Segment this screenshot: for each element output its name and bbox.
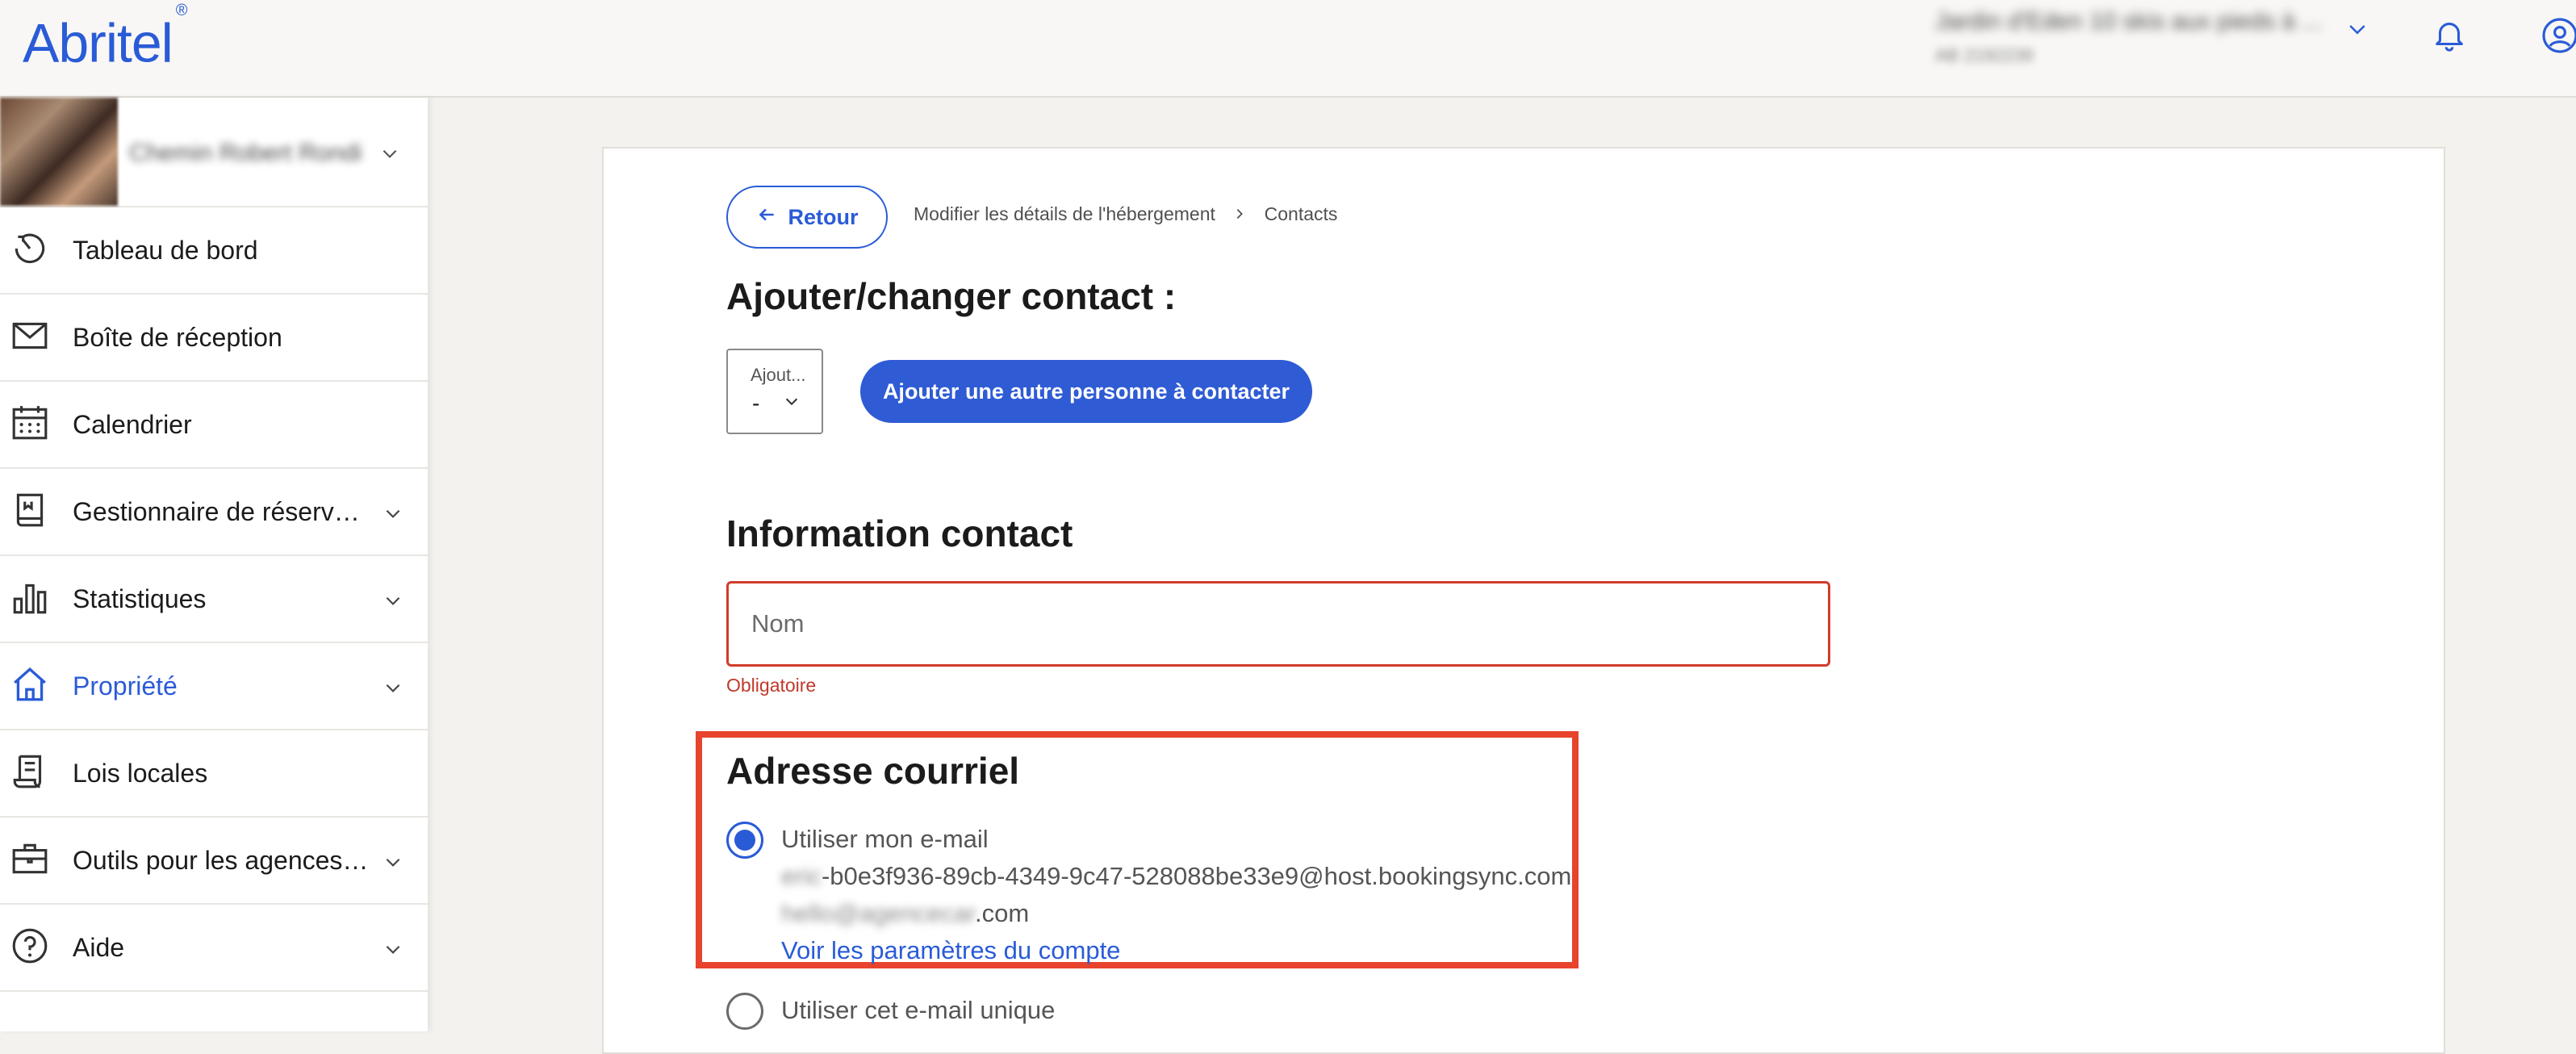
secondary-email: hello@agencecar.com	[781, 899, 1029, 928]
sidebar-item-property[interactable]: Propriété	[0, 643, 428, 730]
chevron-down-icon[interactable]	[383, 503, 404, 528]
contact-select-label: Ajout...	[751, 365, 806, 385]
sidebar-item-label: Statistiques	[73, 584, 207, 613]
chevron-down-icon[interactable]	[383, 939, 404, 964]
chevron-down-icon[interactable]	[379, 143, 400, 168]
house-icon	[10, 664, 50, 705]
sidebar-item-label: Calendrier	[73, 410, 192, 439]
use-unique-email-label[interactable]: Utiliser cet e-mail unique	[781, 996, 1055, 1025]
dashboard-icon	[10, 228, 50, 269]
sidebar-item-label: Outils pour les agences immobilières	[73, 846, 371, 875]
briefcase-icon	[10, 839, 50, 879]
account-settings-link[interactable]: Voir les paramètres du compte	[781, 936, 1120, 965]
help-icon	[10, 926, 50, 966]
name-field-placeholder: Nom	[751, 609, 805, 638]
contact-select[interactable]: Ajout... -	[726, 349, 823, 434]
sidebar-item-statistics[interactable]: Statistiques	[0, 556, 428, 643]
sidebar-item-label: Lois locales	[73, 759, 208, 788]
sidebar-item-help[interactable]: Aide	[0, 905, 428, 992]
breadcrumb-item[interactable]: Modifier les détails de l'hébergement	[914, 203, 1215, 224]
abritel-logo[interactable]: Abritel®	[23, 2, 187, 80]
property-id: AB 2192239	[1935, 45, 2034, 65]
property-title: Jardin d'Eden 10 skis aux pieds à ...	[1935, 8, 2323, 35]
chevron-down-icon	[783, 392, 801, 414]
sidebar-item-label: Gestionnaire de réservations	[73, 497, 371, 526]
sidebar-item-label: Aide	[73, 933, 125, 962]
property-selector[interactable]: Jardin d'Eden 10 skis aux pieds à ... AB…	[1935, 8, 2355, 73]
name-field[interactable]: Nom	[726, 581, 1830, 667]
email-local-redacted: hello@agencecar	[781, 899, 976, 927]
use-my-email-label[interactable]: Utiliser mon e-mail	[781, 825, 989, 854]
name-required-error: Obligatoire	[726, 675, 817, 696]
chevron-down-icon[interactable]	[383, 851, 404, 876]
scroll-icon	[10, 751, 50, 792]
primary-email: eric-b0e3f936-89cb-4349-9c47-528088be33e…	[781, 862, 1571, 891]
sidebar-item-label: Tableau de bord	[73, 236, 258, 265]
sidebar-item-local-laws[interactable]: Lois locales	[0, 730, 428, 818]
contact-select-value: -	[752, 391, 760, 416]
breadcrumb: Modifier les détails de l'hébergement Co…	[914, 203, 1337, 225]
sidebar: Chemin Robert Rondi Tableau de bord Boît…	[0, 98, 428, 1031]
logo-registered-mark: ®	[175, 2, 188, 19]
top-header: Abritel® Jardin d'Eden 10 skis aux pieds…	[0, 0, 2576, 98]
chevron-down-icon[interactable]	[383, 677, 404, 702]
owner-switcher[interactable]: Chemin Robert Rondi	[0, 98, 428, 207]
secondary-email-domain: .com	[975, 899, 1030, 927]
back-button[interactable]: Retour	[726, 186, 888, 249]
use-unique-email-radio[interactable]	[726, 993, 763, 1030]
chevron-down-icon[interactable]	[383, 590, 404, 615]
primary-email-text: -b0e3f936-89cb-4349-9c47-528088be33e9@ho…	[821, 862, 1572, 890]
arrow-left-icon	[756, 204, 777, 231]
add-contact-heading: Ajouter/changer contact :	[726, 275, 1177, 317]
property-photo	[0, 98, 118, 206]
sidebar-item-calendar[interactable]: Calendrier	[0, 382, 428, 469]
sidebar-item-dashboard[interactable]: Tableau de bord	[0, 207, 428, 295]
use-my-email-radio[interactable]	[726, 822, 763, 859]
contact-info-heading: Information contact	[726, 512, 1073, 554]
add-contact-person-button[interactable]: Ajouter une autre personne à contacter	[860, 360, 1312, 423]
user-account-icon[interactable]	[2540, 16, 2576, 59]
notification-bell-icon[interactable]	[2431, 16, 2468, 57]
breadcrumb-item-current: Contacts	[1264, 203, 1338, 224]
sidebar-item-inbox[interactable]: Boîte de réception	[0, 295, 428, 382]
sidebar-item-agency-tools[interactable]: Outils pour les agences immobilières	[0, 818, 428, 905]
sidebar-item-label: Propriété	[73, 671, 178, 701]
email-prefix-redacted: eric	[781, 862, 822, 890]
sidebar-item-label: Boîte de réception	[73, 323, 282, 352]
owner-name: Chemin Robert Rondi	[129, 140, 362, 166]
mail-icon	[10, 316, 50, 356]
bar-chart-icon	[10, 577, 50, 617]
chevron-right-icon	[1233, 203, 1251, 224]
back-button-label: Retour	[788, 204, 859, 229]
book-icon	[10, 490, 50, 530]
sidebar-item-reservations[interactable]: Gestionnaire de réservations	[0, 469, 428, 556]
chevron-down-icon[interactable]	[2345, 18, 2369, 46]
calendar-icon	[10, 403, 50, 443]
logo-text: Abritel	[23, 12, 174, 74]
email-heading: Adresse courriel	[726, 750, 1020, 792]
